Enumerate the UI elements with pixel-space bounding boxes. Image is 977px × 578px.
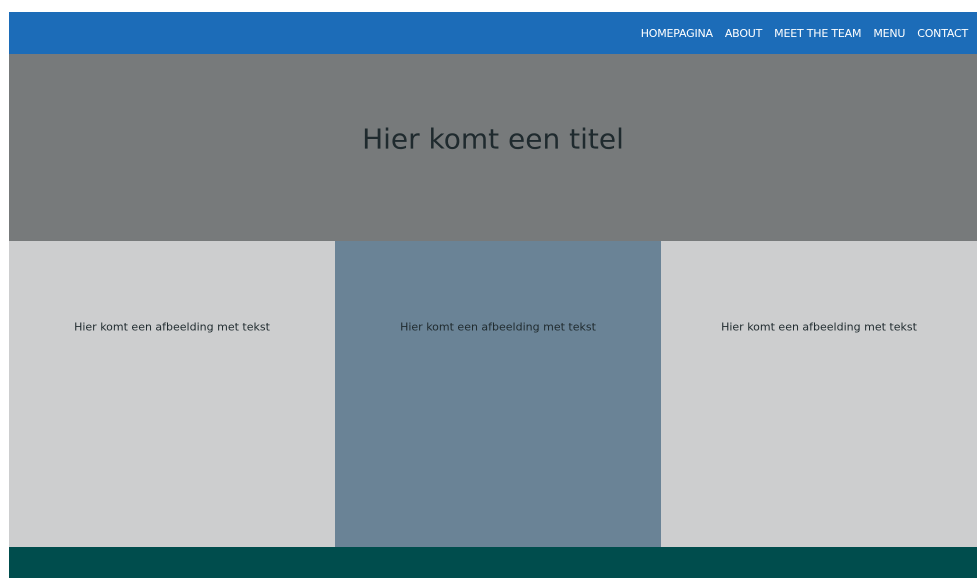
page: HOMEPAGINA ABOUT MEET THE TEAM MENU CONT…	[0, 0, 977, 578]
feature-column-1: Hier komt een afbeelding met tekst	[9, 241, 335, 547]
nav-item-about[interactable]: ABOUT	[725, 27, 763, 40]
feature-column-3: Hier komt een afbeelding met tekst	[661, 241, 977, 547]
nav-item-contact[interactable]: CONTACT	[917, 27, 968, 40]
nav-item-meet-the-team[interactable]: MEET THE TEAM	[774, 27, 861, 40]
hero-title: Hier komt een titel	[362, 122, 624, 156]
feature-columns: Hier komt een afbeelding met tekst Hier …	[9, 241, 977, 547]
main-nav: HOMEPAGINA ABOUT MEET THE TEAM MENU CONT…	[629, 27, 977, 40]
top-navigation-bar: HOMEPAGINA ABOUT MEET THE TEAM MENU CONT…	[9, 12, 977, 54]
feature-column-text: Hier komt een afbeelding met tekst	[74, 320, 270, 334]
hero-banner: Hier komt een titel	[9, 54, 977, 241]
feature-column-2: Hier komt een afbeelding met tekst	[335, 241, 661, 547]
footer-bar	[9, 547, 977, 578]
feature-column-text: Hier komt een afbeelding met tekst	[400, 320, 596, 334]
feature-column-text: Hier komt een afbeelding met tekst	[721, 320, 917, 334]
nav-item-menu[interactable]: MENU	[873, 27, 905, 40]
nav-item-homepagina[interactable]: HOMEPAGINA	[641, 27, 713, 40]
